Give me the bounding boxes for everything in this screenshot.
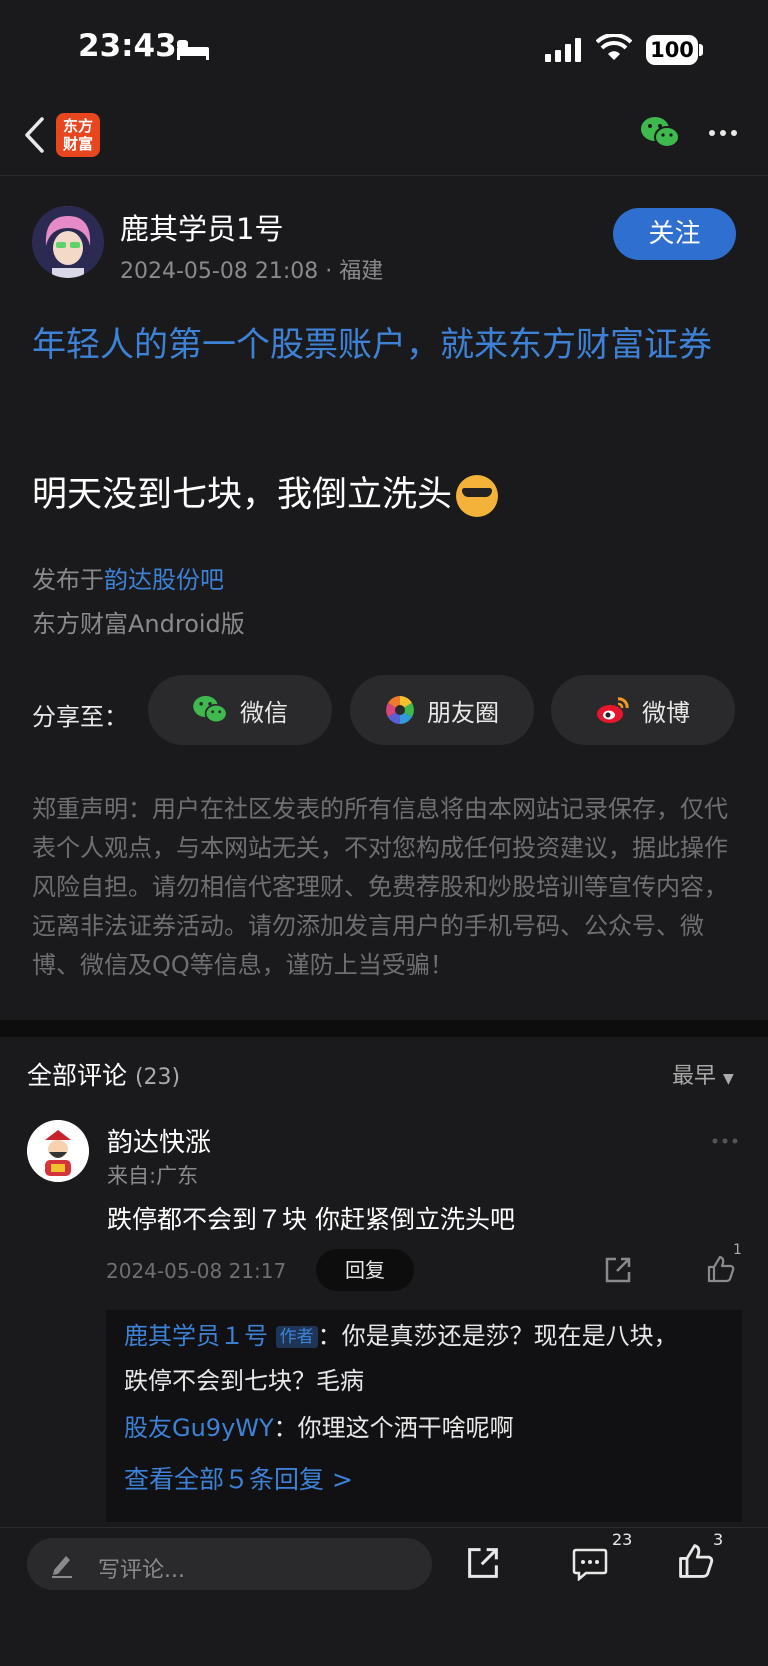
nav-divider [0, 175, 768, 176]
eastmoney-logo[interactable]: 东方 财富 [56, 113, 100, 157]
comments-header: 全部评论 (23) [27, 1056, 180, 1092]
reply-user[interactable]: 鹿其学员１号 [124, 1322, 268, 1350]
more-options-icon[interactable] [708, 129, 738, 137]
like-count-badge: 3 [713, 1530, 724, 1549]
author-avatar[interactable] [32, 206, 104, 278]
share-weibo-label: 微博 [642, 698, 690, 727]
reply-thread[interactable]: 鹿其学员１号 作者 ：你是真莎还是莎？现在是八块，跌停不会到七块？毛病 股友Gu9… [106, 1310, 742, 1522]
legal-disclaimer: 郑重声明：用户在社区发表的所有信息将由本网站记录保存，仅代表个人观点，与本网站无… [32, 795, 728, 979]
client-info: 东方财富Android版 [32, 610, 245, 638]
comment-icon[interactable] [572, 1547, 608, 1581]
wechat-share-icon[interactable] [640, 116, 680, 150]
comment-text: 跌停都不会到７块 你赶紧倒立洗头吧 [107, 1205, 515, 1234]
share-wechat-label: 微信 [240, 698, 288, 727]
published-prefix: 发布于 [32, 566, 104, 594]
post-meta: 2024-05-08 21:08 · 福建 [120, 259, 384, 284]
moments-icon [386, 696, 414, 724]
section-divider [0, 1020, 768, 1037]
share-moments-button[interactable]: 朋友圈 [350, 675, 534, 745]
post-text: 明天没到七块，我倒立洗头 [32, 475, 453, 515]
commenter-name[interactable]: 韵达快涨 [107, 1122, 211, 1159]
comment-more-icon[interactable] [712, 1138, 738, 1144]
comment-time: 2024-05-08 21:17 [106, 1259, 287, 1283]
forum-link[interactable]: 韵达股份吧 [104, 566, 224, 594]
sort-dropdown[interactable]: 最早 ▼ [672, 1058, 734, 1090]
reply-text: ：你理这个洒干啥呢啊 [273, 1414, 514, 1442]
promo-banner-link[interactable]: 年轻人的第一个股票账户，就来东方财富证券 [32, 318, 742, 372]
wifi-icon [596, 34, 632, 60]
reply-user[interactable]: 股友Gu9yWY [124, 1414, 274, 1442]
cellular-signal-icon [545, 38, 581, 62]
share-weibo-button[interactable]: 微博 [551, 675, 735, 745]
sleep-mode-icon [177, 40, 209, 60]
comment-like-count: 1 [733, 1242, 742, 1258]
reply-item[interactable]: 鹿其学员１号 作者 ：你是真莎还是莎？现在是八块，跌停不会到七块？毛病 [124, 1314, 684, 1403]
sort-label: 最早 [672, 1064, 717, 1089]
battery-indicator: 100 [646, 35, 698, 65]
comment-share-icon[interactable] [604, 1256, 632, 1284]
author-name[interactable]: 鹿其学员1号 [120, 206, 283, 248]
comment-count-badge: 23 [612, 1530, 633, 1549]
like-icon[interactable] [678, 1543, 714, 1579]
comments-title: 全部评论 [27, 1061, 128, 1090]
chevron-down-icon: ▼ [723, 1071, 734, 1087]
cool-face-emoji-icon [456, 475, 499, 517]
reply-item[interactable]: 股友Gu9yWY：你理这个洒干啥呢啊 [124, 1406, 684, 1450]
follow-button[interactable]: 关注 [613, 208, 736, 260]
published-in: 发布于韵达股份吧 [32, 560, 224, 595]
view-all-replies-link[interactable]: 查看全部５条回复 > [124, 1460, 353, 1496]
commenter-avatar[interactable] [27, 1120, 89, 1182]
share-wechat-button[interactable]: 微信 [148, 675, 332, 745]
comment-placeholder: 写评论... [98, 1558, 185, 1583]
back-arrow-icon[interactable] [22, 116, 46, 154]
commenter-location: 来自:广东 [107, 1164, 199, 1188]
comments-count: (23) [134, 1065, 181, 1090]
author-badge: 作者 [275, 1326, 318, 1348]
pen-icon [52, 1556, 72, 1578]
battery-tip [699, 44, 703, 56]
post-content: 明天没到七块，我倒立洗头 [32, 466, 499, 517]
comment-input[interactable] [27, 1538, 432, 1590]
wechat-icon [193, 695, 228, 724]
share-label: 分享至： [32, 703, 128, 731]
share-icon[interactable] [466, 1546, 500, 1580]
weibo-icon [597, 697, 629, 723]
comment-like-icon[interactable] [707, 1255, 735, 1283]
status-time: 23:43 [78, 28, 177, 64]
reply-button[interactable]: 回复 [316, 1249, 414, 1291]
share-moments-label: 朋友圈 [427, 698, 499, 727]
